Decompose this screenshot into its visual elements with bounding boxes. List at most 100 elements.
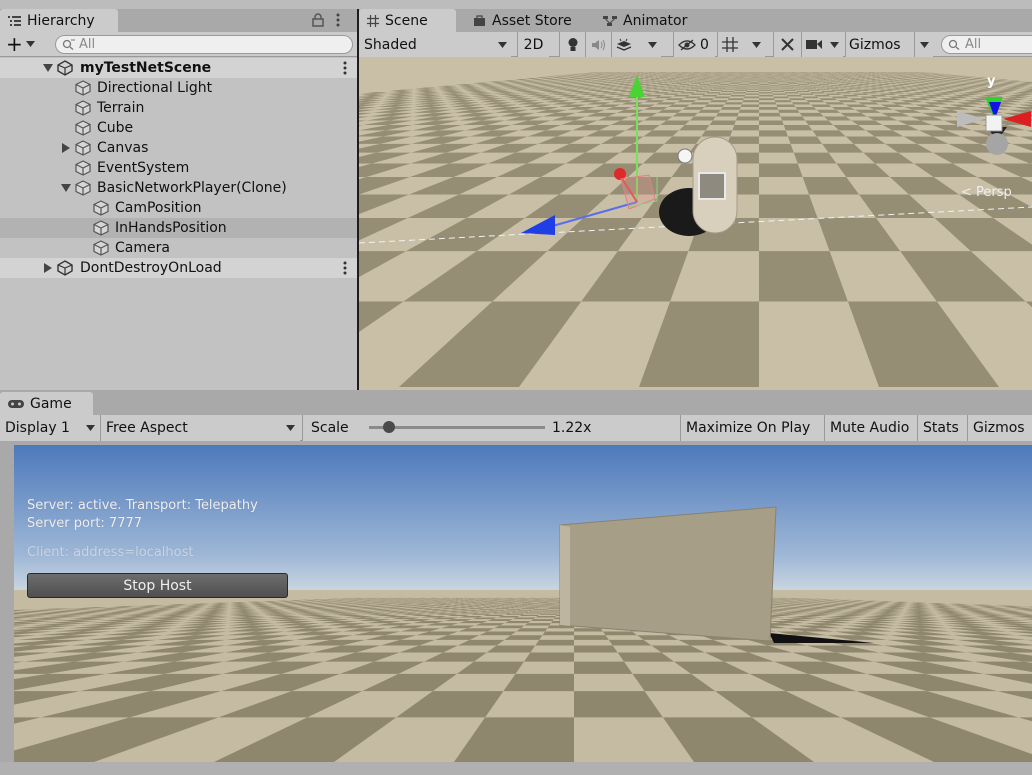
game-toolbar: Display 1 Free Aspect Scale 1.22x Maximi… <box>0 415 1032 441</box>
list-item[interactable]: Terrain <box>0 98 357 118</box>
hierarchy-row-label: Terrain <box>97 100 145 116</box>
expand-right-icon[interactable] <box>42 262 54 274</box>
list-item[interactable]: myTestNetScene <box>0 58 357 78</box>
maximize-on-play-toggle[interactable]: Maximize On Play <box>680 415 824 441</box>
camera-settings-dropdown[interactable] <box>801 32 843 57</box>
expand-right-icon[interactable] <box>60 142 72 154</box>
light-gizmo-icon <box>677 148 693 164</box>
shopping-bag-icon <box>473 14 486 27</box>
list-item[interactable]: Canvas <box>0 138 357 158</box>
camera-gizmo-icon <box>698 172 726 200</box>
grid-snap-dropdown[interactable] <box>717 32 765 57</box>
eye-off-icon <box>678 39 696 51</box>
hierarchy-row-label: Cube <box>97 120 134 136</box>
stats-toggle[interactable]: Stats <box>917 415 967 441</box>
add-dropdown[interactable]: + <box>6 34 35 54</box>
gizmo-axis-label: y <box>987 74 996 89</box>
game-render <box>14 445 1032 762</box>
hierarchy-panel: Hierarchy + All myTestNetScene Direction… <box>0 9 357 390</box>
wall-cube <box>559 506 777 642</box>
dropdown-arrow-icon <box>914 32 929 57</box>
shading-mode-dropdown[interactable]: Shaded <box>359 32 511 57</box>
server-port-text: Server port: 7777 <box>27 516 143 531</box>
row-menu-icon[interactable] <box>343 261 347 275</box>
dropdown-arrow-icon <box>286 425 295 431</box>
hierarchy-row-label: InHandsPosition <box>115 220 227 236</box>
scale-value: 1.22x <box>552 420 592 436</box>
dropdown-arrow-icon <box>752 41 761 48</box>
tools-toggle[interactable] <box>773 32 801 57</box>
add-icon: + <box>6 32 23 56</box>
tab-animator[interactable]: Animator <box>595 9 695 32</box>
lock-icon[interactable] <box>312 13 324 27</box>
search-placeholder: All <box>965 37 982 52</box>
checker-floor <box>14 590 1032 762</box>
scale-slider-track[interactable] <box>369 421 545 433</box>
gameobject-cube-icon <box>75 120 91 136</box>
aspect-dropdown[interactable]: Free Aspect <box>100 415 300 441</box>
tab-game[interactable]: Game <box>0 392 93 415</box>
list-item[interactable]: DontDestroyOnLoad <box>0 258 357 278</box>
mode-2d-toggle[interactable]: 2D <box>517 32 549 57</box>
game-gizmos-label: Gizmos <box>973 420 1025 436</box>
hierarchy-tabbar: Hierarchy <box>0 9 357 32</box>
lighting-toggle[interactable] <box>559 32 585 57</box>
gameobject-cube-icon <box>75 100 91 116</box>
hierarchy-search-input[interactable]: All <box>55 35 353 54</box>
game-viewport[interactable]: Server: active. Transport: Telepathy Ser… <box>14 445 1032 762</box>
hierarchy-toolbar: + All <box>0 32 357 57</box>
expand-down-icon[interactable] <box>42 62 54 74</box>
scene-viewport[interactable]: y < Persp <box>359 57 1032 390</box>
client-address-text: Client: address=localhost <box>27 545 194 560</box>
top-strip <box>0 0 1032 9</box>
display-dropdown[interactable]: Display 1 <box>0 415 100 441</box>
tab-hierarchy[interactable]: Hierarchy <box>0 9 118 32</box>
panel-menu-icon[interactable] <box>336 13 340 27</box>
expand-down-icon[interactable] <box>60 182 72 194</box>
row-menu-icon[interactable] <box>343 61 347 75</box>
effects-dropdown[interactable] <box>611 32 661 57</box>
list-item[interactable]: Cube <box>0 118 357 138</box>
audio-toggle[interactable] <box>585 32 611 57</box>
speaker-icon <box>591 39 606 51</box>
list-item[interactable]: Camera <box>0 238 357 258</box>
search-icon <box>62 39 75 50</box>
hidden-count: 0 <box>700 36 709 53</box>
gameobject-cube-icon <box>75 80 91 96</box>
server-status-text: Server: active. Transport: Telepathy <box>27 498 258 513</box>
scene-search-input[interactable]: All <box>941 35 1032 54</box>
dropdown-arrow-icon <box>648 41 657 48</box>
hierarchy-row-label: Camera <box>115 240 170 256</box>
list-item[interactable]: EventSystem <box>0 158 357 178</box>
grid-icon <box>367 14 379 27</box>
tab-scene[interactable]: Scene <box>359 9 456 32</box>
game-gizmos-toggle[interactable]: Gizmos <box>967 415 1032 441</box>
gameobject-cube-icon <box>93 240 109 256</box>
list-item[interactable]: CamPosition <box>0 198 357 218</box>
stats-label: Stats <box>923 420 959 436</box>
mute-audio-toggle[interactable]: Mute Audio <box>824 415 917 441</box>
aspect-label: Free Aspect <box>106 420 188 436</box>
tab-asset-store[interactable]: Asset Store <box>465 9 580 32</box>
scale-slider-thumb[interactable] <box>383 421 396 433</box>
gameobject-cube-icon <box>75 160 91 176</box>
hierarchy-row-label: myTestNetScene <box>80 60 212 76</box>
gizmos-label: Gizmos <box>849 36 901 53</box>
gizmos-dropdown[interactable]: Gizmos <box>845 32 933 57</box>
tab-scene-label: Scene <box>385 12 428 29</box>
maximize-label: Maximize On Play <box>686 420 811 436</box>
stop-host-button[interactable]: Stop Host <box>27 573 288 598</box>
dropdown-arrow-icon <box>830 41 839 48</box>
gameobject-cube-icon <box>75 140 91 156</box>
hierarchy-row-label: BasicNetworkPlayer(Clone) <box>97 180 287 196</box>
hidden-objects-toggle[interactable]: 0 <box>673 32 715 57</box>
scale-control: Scale 1.22x <box>302 415 680 441</box>
list-item[interactable]: BasicNetworkPlayer(Clone) <box>0 178 357 198</box>
hierarchy-row-label: CamPosition <box>115 200 202 216</box>
list-item[interactable]: Directional Light <box>0 78 357 98</box>
projection-label[interactable]: < Persp <box>961 185 1012 200</box>
scale-label: Scale <box>311 420 349 436</box>
list-icon <box>8 15 21 26</box>
display-label: Display 1 <box>5 420 70 436</box>
list-item[interactable]: InHandsPosition <box>0 218 357 238</box>
